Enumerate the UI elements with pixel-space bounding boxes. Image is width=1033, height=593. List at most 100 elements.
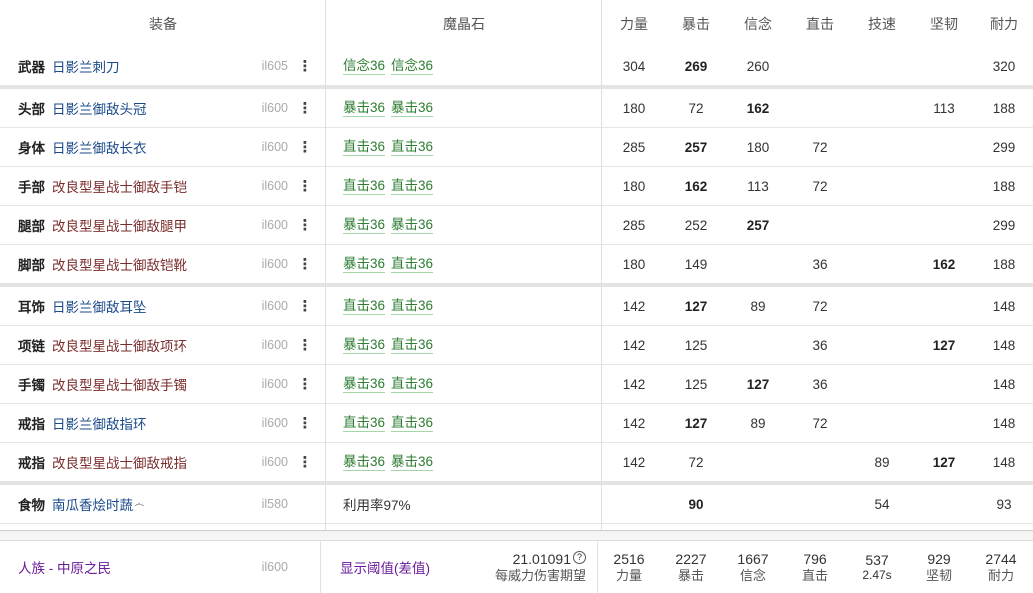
materia-slot[interactable]: 暴击36 [391, 454, 434, 471]
item-name[interactable]: 改良型星战士御敌项环 [52, 326, 187, 364]
stat-sks [851, 47, 913, 85]
total-value: 929 [927, 550, 951, 567]
materia-slot[interactable]: 直击36 [391, 415, 434, 432]
stat-ten [913, 404, 975, 442]
more-options-icon[interactable]: ⋮ [298, 89, 313, 127]
stat-vit: 188 [992, 256, 1016, 272]
item-name[interactable]: 改良型星战士御敌腿甲 [52, 206, 187, 244]
total-label: 坚韧 [925, 567, 952, 583]
more-options-icon[interactable]: ⋮ [298, 365, 313, 403]
stat-str: 142 [622, 415, 646, 431]
materia-slot[interactable]: 直击36 [391, 178, 434, 195]
item-level: il600 [261, 338, 288, 352]
item-name-text: 日影兰刺刀 [52, 60, 120, 75]
slot-label: 戒指 [18, 456, 45, 471]
stat-crit: 90 [688, 496, 704, 512]
stat-ten [913, 287, 975, 325]
materia-slot[interactable]: 暴击36 [343, 376, 386, 393]
materia-slot[interactable]: 信念36 [391, 58, 434, 75]
help-icon[interactable]: ? [573, 550, 586, 564]
stat-vit: 93 [996, 496, 1012, 512]
materia-slot[interactable]: 直击36 [391, 298, 434, 315]
materia-slot[interactable]: 直击36 [343, 415, 386, 432]
materia-slot[interactable]: 暴击36 [343, 337, 386, 354]
average-ilvl: il600 [261, 560, 288, 574]
materia-slots: 直击36 直击36 [343, 287, 439, 325]
stat-det: 180 [746, 139, 770, 155]
race-selector[interactable]: 人族 - 中原之民 [18, 541, 111, 593]
item-level: il600 [261, 101, 288, 115]
materia-slot[interactable]: 暴击36 [343, 217, 386, 234]
materia-slot[interactable]: 暴击36 [391, 100, 434, 117]
stat-dh: 72 [812, 415, 828, 431]
materia-slot[interactable]: 信念36 [343, 58, 386, 75]
more-options-icon[interactable]: ⋮ [298, 443, 313, 481]
total-value: 796 [803, 550, 827, 567]
more-options-icon[interactable]: ⋮ [298, 128, 313, 166]
stat-vit: 148 [992, 337, 1016, 353]
total-crit: 2227 暴击 [661, 541, 721, 593]
materia-slot[interactable]: 直击36 [391, 256, 434, 273]
materia-slot[interactable]: 直击36 [343, 298, 386, 315]
materia-slot[interactable]: 暴击36 [343, 256, 386, 273]
slot-label: 手镯 [18, 378, 45, 393]
stat-str: 142 [622, 376, 646, 392]
materia-slot[interactable]: 直击36 [343, 178, 386, 195]
slot-label: 头部 [18, 102, 45, 117]
stat-det: 127 [746, 376, 770, 392]
more-options-icon[interactable]: ⋮ [298, 245, 313, 283]
header-stat-ten: 坚韧 [930, 15, 958, 32]
stat-dh: 72 [812, 178, 828, 194]
materia-slot[interactable]: 暴击36 [343, 454, 386, 471]
item-level: il600 [261, 179, 288, 193]
more-options-icon[interactable]: ⋮ [298, 47, 313, 85]
item-name[interactable]: 日影兰御敌指环 [52, 404, 147, 442]
materia-slot[interactable]: 直击36 [391, 376, 434, 393]
more-options-icon[interactable]: ⋮ [298, 206, 313, 244]
item-name[interactable]: 改良型星战士御敌手镯 [52, 365, 187, 403]
item-name-text: 改良型星战士御敌腿甲 [52, 219, 187, 234]
item-level: il600 [261, 140, 288, 154]
stat-vit: 148 [992, 376, 1016, 392]
item-name[interactable]: 南瓜香烩时蔬 ෴ [52, 485, 144, 523]
more-options-icon[interactable]: ⋮ [298, 167, 313, 205]
column-divider [597, 541, 598, 593]
stat-dh [789, 485, 851, 523]
materia-slot[interactable]: 直击36 [391, 337, 434, 354]
item-name[interactable]: 改良型星战士御敌铠靴 [52, 245, 187, 283]
item-name[interactable]: 改良型星战士御敌手铠 [52, 167, 187, 205]
item-name[interactable]: 日影兰御敌头冠 [52, 89, 147, 127]
item-name[interactable]: 日影兰刺刀 [52, 47, 120, 85]
stat-str: 142 [622, 298, 646, 314]
stat-ten [913, 167, 975, 205]
stat-det: 89 [750, 298, 766, 314]
materia-slot[interactable]: 直击36 [343, 139, 386, 156]
stat-str: 180 [622, 256, 646, 272]
more-options-icon[interactable]: ⋮ [298, 287, 313, 325]
materia-slot[interactable]: 暴击36 [391, 217, 434, 234]
stat-sks [851, 167, 913, 205]
item-name[interactable]: 日影兰御敌长衣 [52, 128, 147, 166]
more-options-icon[interactable]: ⋮ [298, 404, 313, 442]
stat-crit: 269 [684, 58, 708, 74]
stat-str: 285 [622, 217, 646, 233]
materia-slot[interactable]: 直击36 [391, 139, 434, 156]
threshold-toggle[interactable]: 显示阈值(差值) [340, 541, 430, 593]
stat-dh [789, 443, 851, 481]
total-label: 耐力 [987, 567, 1014, 583]
total-label: 直击 [801, 567, 828, 583]
stat-det: 162 [746, 100, 770, 116]
slot-label: 戒指 [18, 417, 45, 432]
stat-dh: 36 [812, 376, 828, 392]
materia-slots: 直击36 直击36 [343, 167, 439, 205]
gear-row: 戒指 改良型星战士御敌戒指 il600 ⋮ 暴击36 暴击36 142 72 89 127 148 [0, 443, 1033, 485]
item-name[interactable]: 日影兰御敌耳坠 [52, 287, 147, 325]
gear-table: 装备 魔晶石 力量 暴击 信念 直击 技速 坚韧 耐力 武器 日影兰刺刀 il605… [0, 0, 1033, 531]
more-options-icon[interactable]: ⋮ [298, 326, 313, 364]
column-divider [601, 0, 602, 530]
item-name[interactable]: 改良型星战士御敌戒指 [52, 443, 187, 481]
total-label: 力量 [615, 567, 642, 583]
slot-label: 身体 [18, 141, 45, 156]
stat-dh: 72 [812, 139, 828, 155]
materia-slot[interactable]: 暴击36 [343, 100, 386, 117]
